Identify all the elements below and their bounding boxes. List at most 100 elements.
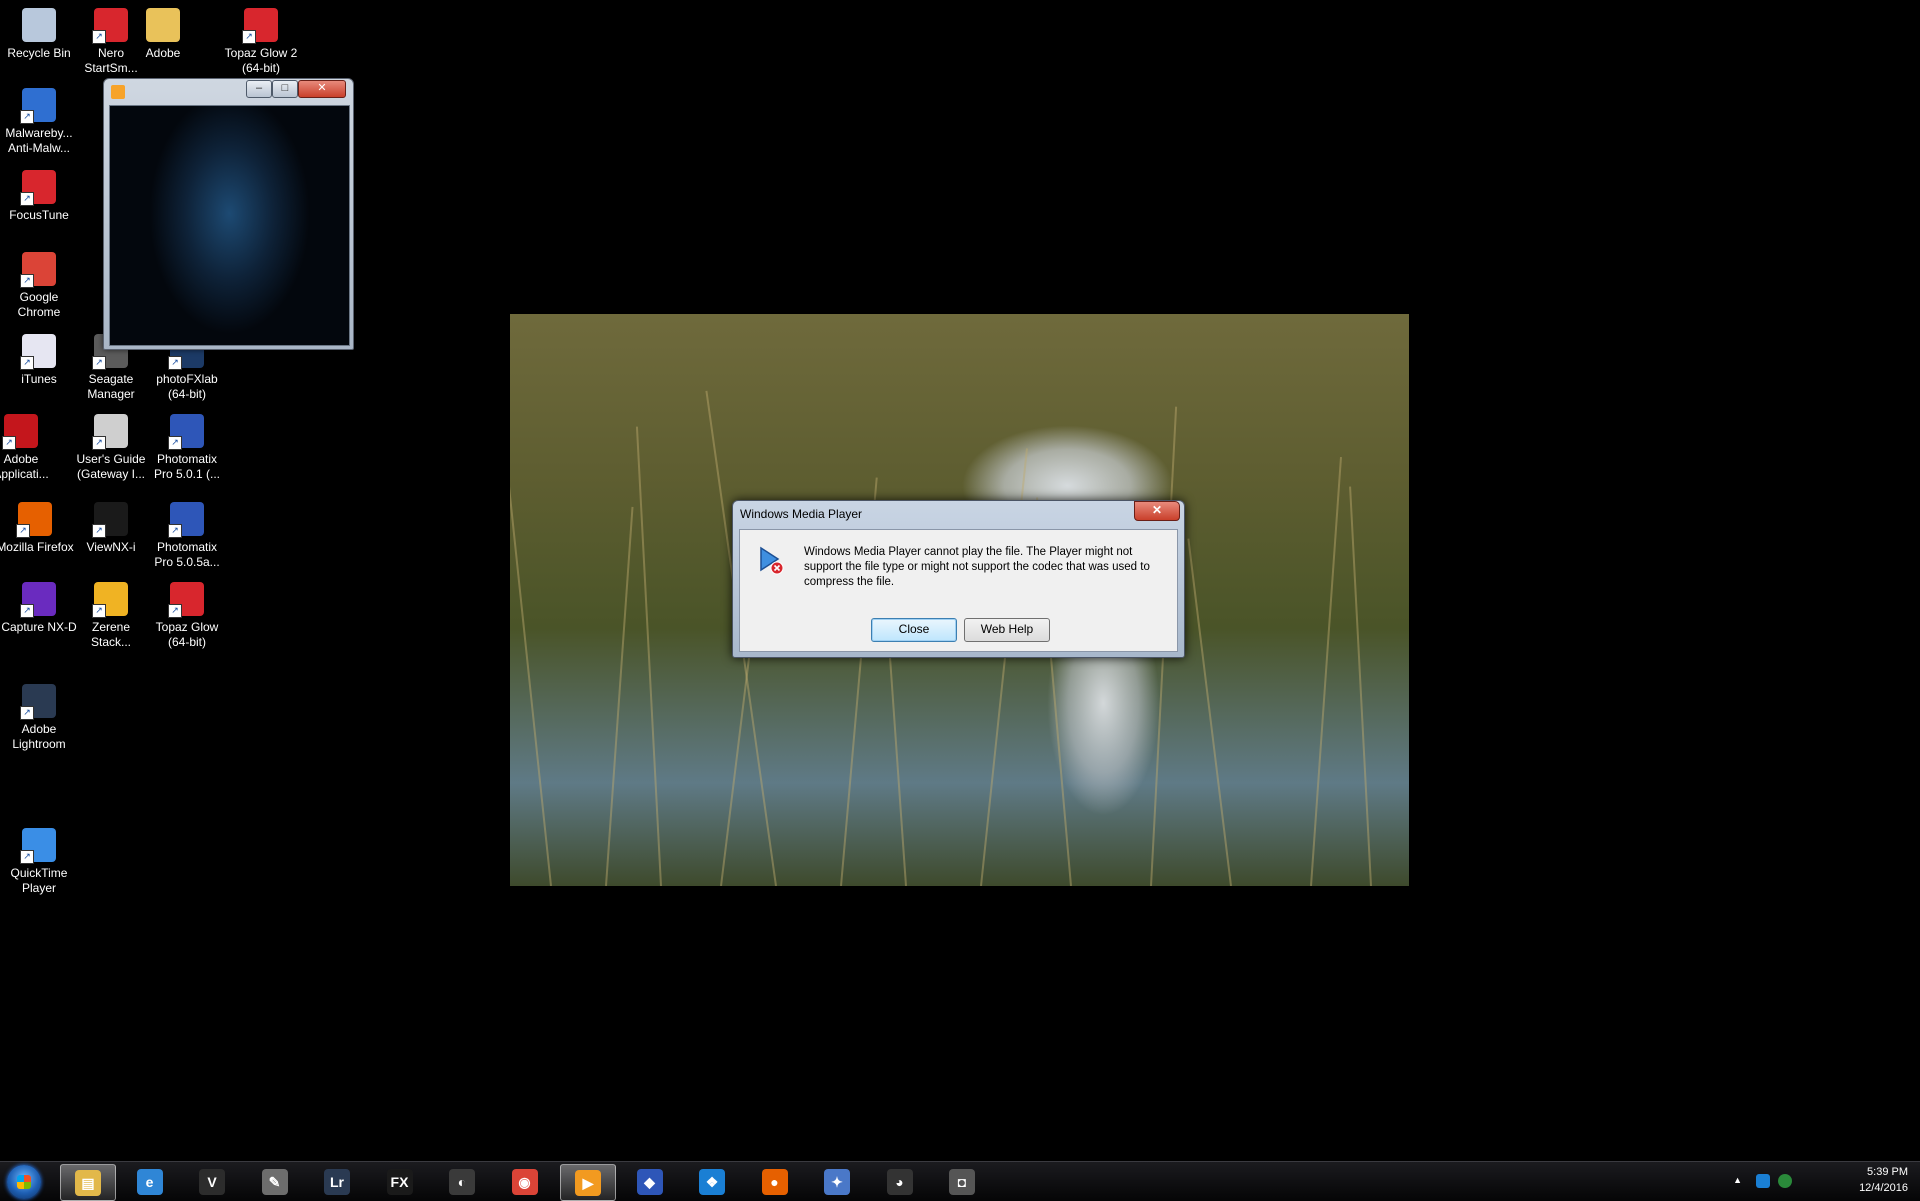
- chrome-icon: ↗: [20, 252, 56, 288]
- shortcut-arrow-icon: ↗: [168, 356, 182, 370]
- desktop-icon-2[interactable]: Adobe: [124, 8, 202, 61]
- taskbar-item-app[interactable]: ◐: [435, 1164, 489, 1199]
- shortcut-arrow-icon: ↗: [20, 604, 34, 618]
- shortcut-arrow-icon: ↗: [92, 30, 106, 44]
- desktop-icon-15[interactable]: ↗ Photomatix Pro 5.0.5a...: [148, 502, 226, 570]
- app-icon: ◐: [449, 1169, 475, 1195]
- dialog-title: Windows Media Player: [740, 507, 863, 521]
- desktop-icon-12[interactable]: ↗ Photomatix Pro 5.0.1 (...: [148, 414, 226, 482]
- shortcut-arrow-icon: ↗: [92, 436, 106, 450]
- taskbar-item-dropbox[interactable]: ❖: [685, 1164, 739, 1199]
- desktop-icon-label: Seagate Manager: [87, 372, 135, 401]
- taskbar-item-photomatix[interactable]: ◆: [623, 1164, 677, 1199]
- system-tray: ▲ 5:39 PM 12/4/2016: [1720, 1162, 1920, 1201]
- viewnx-icon: V: [199, 1169, 225, 1195]
- desktop-icon-20[interactable]: ↗ QuickTime Player: [0, 828, 78, 896]
- taskbar-item-explorer[interactable]: ▤: [60, 1164, 116, 1201]
- maximize-button[interactable]: □: [272, 80, 298, 98]
- dialog-message: Windows Media Player cannot play the fil…: [804, 546, 1150, 588]
- gimp-icon: ✎: [261, 1169, 288, 1195]
- taskbar: ▤ e V ✎ Lr FX ◐ ◉ ▶ ◆ ❖ ● ✦ ◕ ◘ ▲ 5:39 PM 12/4/2016: [0, 1161, 1920, 1201]
- taskbar-item-viewnx[interactable]: V: [185, 1164, 239, 1199]
- shortcut-arrow-icon: ↗: [16, 524, 30, 538]
- desktop-icon-19[interactable]: ↗ Adobe Lightroom: [0, 684, 78, 752]
- desktop-icon-17[interactable]: ↗ Zerene Stack...: [72, 582, 150, 650]
- close-button[interactable]: Close: [871, 618, 957, 642]
- taskbar-item-gimp[interactable]: ✎: [248, 1164, 302, 1199]
- shortcut-arrow-icon: ↗: [20, 706, 34, 720]
- desktop-icon-18[interactable]: ↗ Topaz Glow (64-bit): [148, 582, 226, 650]
- taskbar-item-chrome[interactable]: ◉: [498, 1164, 552, 1199]
- taskbar-item-firefox[interactable]: ●: [748, 1164, 802, 1199]
- desktop-icon-label: Recycle Bin: [7, 46, 71, 60]
- malwarebytes-icon: ↗: [20, 88, 56, 124]
- taskbar-item-app4[interactable]: ◘: [935, 1164, 989, 1199]
- web-help-button[interactable]: Web Help: [964, 618, 1050, 642]
- lightroom-icon: Lr: [324, 1169, 350, 1195]
- firefox-icon: ↗: [16, 502, 52, 538]
- nero-icon: ↗: [92, 8, 128, 44]
- minimize-button[interactable]: –: [246, 80, 272, 98]
- clock-time[interactable]: 5:39 PM: [1867, 1166, 1908, 1178]
- taskbar-item-media-player[interactable]: ▶: [560, 1164, 616, 1201]
- help-icon: ↗: [92, 414, 128, 450]
- desktop-icon-5[interactable]: ↗ FocusTune: [0, 170, 78, 223]
- taskbar-item-app2[interactable]: ✦: [810, 1164, 864, 1199]
- desktop-icon-6[interactable]: ↗ Google Chrome: [0, 252, 78, 320]
- desktop-icon-label: FocusTune: [9, 208, 69, 222]
- desktop-icon-3[interactable]: ↗ Topaz Glow 2 (64-bit): [222, 8, 300, 76]
- adobe-icon: ↗: [2, 414, 38, 450]
- desktop-icon-label: iTunes: [21, 372, 57, 386]
- topaz-glow-icon: ↗: [168, 582, 204, 618]
- camera-icon: ◘: [949, 1169, 975, 1195]
- media-error-icon: [760, 546, 784, 575]
- desktop-icon-label: Photomatix Pro 5.0.1 (...: [153, 452, 221, 481]
- error-dialog[interactable]: Windows Media Player ✕ Windows Media Pla…: [732, 500, 1185, 658]
- close-button[interactable]: ✕: [298, 80, 346, 98]
- desktop-icon-10[interactable]: ↗ Adobe Applicati...: [0, 414, 60, 482]
- zerene-icon: ↗: [92, 582, 128, 618]
- desktop-icon-label: User's Guide (Gateway I...: [76, 452, 146, 481]
- itunes-icon: ↗: [20, 334, 56, 370]
- desktop-icon-16[interactable]: ↗ Capture NX-D: [0, 582, 78, 635]
- shortcut-arrow-icon: ↗: [92, 524, 106, 538]
- desktop-icon-11[interactable]: ↗ User's Guide (Gateway I...: [72, 414, 150, 482]
- taskbar-item-lightroom[interactable]: Lr: [310, 1164, 364, 1199]
- capture-nx-icon: ↗: [20, 582, 56, 618]
- desktop-icon-13[interactable]: ↗ Mozilla Firefox: [0, 502, 74, 555]
- desktop-icon-label: Photomatix Pro 5.0.5a...: [154, 540, 220, 569]
- start-button[interactable]: [7, 1165, 41, 1199]
- shortcut-arrow-icon: ↗: [168, 604, 182, 618]
- desktop-icon-14[interactable]: ↗ ViewNX-i: [72, 502, 150, 555]
- shortcut-arrow-icon: ↗: [20, 110, 34, 124]
- player-viewport: [109, 105, 350, 346]
- shortcut-arrow-icon: ↗: [20, 274, 34, 288]
- fx-icon: FX: [386, 1169, 413, 1195]
- desktop-icon-label: Google Chrome: [17, 290, 61, 319]
- dropbox-tray-icon[interactable]: [1756, 1174, 1770, 1188]
- desktop-icon-label: Mozilla Firefox: [0, 540, 74, 554]
- lightroom-icon: ↗: [20, 684, 56, 720]
- desktop-icon-0[interactable]: Recycle Bin: [0, 8, 78, 61]
- panda-icon: ◕: [886, 1169, 913, 1195]
- media-player-window[interactable]: – □ ✕: [103, 78, 354, 350]
- desktop-icon-4[interactable]: ↗ Malwareby... Anti-Malw...: [0, 88, 78, 156]
- dialog-close-button[interactable]: ✕: [1134, 501, 1180, 521]
- windows-media-player-icon: ▶: [575, 1170, 601, 1196]
- desktop-icon-7[interactable]: ↗ iTunes: [0, 334, 78, 387]
- taskbar-item-photofx[interactable]: FX: [373, 1164, 427, 1199]
- shortcut-arrow-icon: ↗: [92, 604, 106, 618]
- show-hidden-icons-button[interactable]: ▲: [1733, 1175, 1742, 1185]
- desktop-icon-label: Adobe: [145, 46, 181, 60]
- taskbar-item-internet-explorer[interactable]: e: [123, 1164, 177, 1199]
- desktop-icon-label: QuickTime Player: [10, 866, 68, 895]
- shortcut-arrow-icon: ↗: [92, 356, 106, 370]
- network-tray-icon[interactable]: [1778, 1174, 1792, 1188]
- taskbar-item-app3[interactable]: ◕: [873, 1164, 927, 1199]
- desktop-icon-label: Topaz Glow (64-bit): [155, 620, 219, 649]
- recycle-bin-icon: [22, 8, 56, 42]
- clock-date[interactable]: 12/4/2016: [1859, 1182, 1908, 1194]
- folder-icon: [146, 8, 180, 42]
- quicktime-icon: ↗: [20, 828, 56, 864]
- desktop-icon-label: Capture NX-D: [1, 620, 77, 634]
